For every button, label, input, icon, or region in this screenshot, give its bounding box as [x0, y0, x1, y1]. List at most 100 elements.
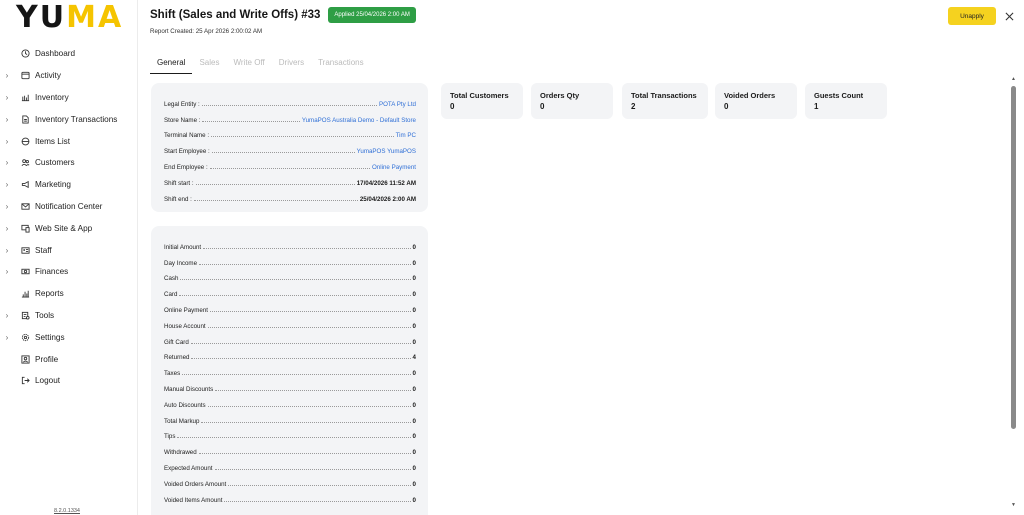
info-store-name-label: Store Name : — [164, 116, 201, 124]
sidebar-item-finances[interactable]: › Finances — [0, 261, 138, 283]
sidebar-item-label: Notification Center — [35, 201, 103, 211]
dotted-leader — [202, 120, 300, 122]
sidebar-item-web-site-app[interactable]: › Web Site & App — [0, 217, 138, 239]
dotted-leader — [215, 389, 411, 391]
amount-initial-amount-value: 0 — [412, 243, 416, 251]
info-shift-end-row: Shift end : 25/04/2026 2:00 AM — [164, 187, 416, 203]
megaphone-icon — [19, 180, 31, 190]
sidebar-item-logout[interactable]: Logout — [0, 370, 138, 392]
version-link[interactable]: 8.2.0.1334 — [54, 508, 80, 514]
stat-label: Total Transactions — [631, 91, 697, 100]
scroll-up-icon[interactable]: ▲ — [1011, 76, 1016, 82]
amount-withdrawed-row: Withdrawed 0 — [164, 440, 416, 456]
sidebar-item-staff[interactable]: › Staff — [0, 239, 138, 261]
amount-initial-amount-label: Initial Amount — [164, 243, 202, 251]
stat-total-transactions: Total Transactions 2 — [622, 83, 708, 119]
info-shift-start-value: 17/04/2026 11:52 AM — [356, 179, 416, 187]
devices-icon — [19, 223, 31, 233]
logo-text-1: YU — [16, 0, 67, 35]
amount-voided-orders-amount-label: Voided Orders Amount — [164, 480, 227, 488]
info-legal-entity-value[interactable]: POTA Pty Ltd — [379, 101, 416, 108]
sidebar-item-dashboard[interactable]: Dashboard — [0, 43, 138, 65]
chevron-right-icon: › — [5, 267, 9, 277]
amount-auto-discounts-label: Auto Discounts — [164, 401, 206, 409]
page-title: Shift (Sales and Write Offs) #33 — [150, 9, 321, 21]
amount-cash-value: 0 — [412, 275, 416, 283]
sidebar-item-label: Settings — [35, 332, 65, 342]
items-icon — [19, 136, 31, 146]
sidebar-item-profile[interactable]: Profile — [0, 348, 138, 370]
scroll-down-icon[interactable]: ▼ — [1011, 502, 1016, 508]
stat-value: 0 — [540, 102, 545, 111]
sidebar-item-label: Marketing — [35, 180, 71, 190]
tab-write-off[interactable]: Write Off — [226, 56, 271, 74]
sidebar-item-tools[interactable]: › Tools — [0, 305, 138, 327]
sidebar-item-settings[interactable]: › Settings — [0, 326, 138, 348]
tab-general[interactable]: General — [150, 56, 193, 74]
amount-house-account-label: House Account — [164, 322, 206, 330]
amount-tips-value: 0 — [412, 433, 416, 441]
sidebar-item-label: Inventory — [35, 92, 69, 102]
sidebar-item-inventory-transactions[interactable]: › Inventory Transactions — [0, 108, 138, 130]
info-terminal-name-row: Terminal Name : Tim PC — [164, 124, 416, 140]
info-end-employee-row: End Employee : Online Payment — [164, 155, 416, 171]
chevron-right-icon: › — [5, 223, 9, 233]
info-store-name-value[interactable]: YumaPOS Australia Demo - Default Store — [302, 117, 416, 124]
unapply-button[interactable]: Unapply — [948, 7, 996, 25]
sidebar-item-items-list[interactable]: › Items List — [0, 130, 138, 152]
dotted-leader — [180, 279, 411, 281]
amount-card-label: Card — [164, 291, 178, 299]
gear-icon — [19, 332, 31, 342]
sidebar-item-marketing[interactable]: › Marketing — [0, 174, 138, 196]
amount-gift-card-label: Gift Card — [164, 338, 189, 346]
report-created: Report Created: 25 Apr 2026 2:00:02 AM — [150, 28, 263, 35]
chevron-right-icon: › — [5, 201, 9, 211]
dotted-leader — [190, 342, 411, 344]
amount-online-payment-row: Online Payment 0 — [164, 298, 416, 314]
sidebar-item-label: Web Site & App — [35, 223, 93, 233]
amount-returned-row: Returned 4 — [164, 346, 416, 361]
amount-manual-discounts-row: Manual Discounts 0 — [164, 377, 416, 393]
amount-auto-discounts-value: 0 — [412, 401, 416, 409]
amount-card-row: Card 0 — [164, 282, 416, 298]
sidebar-item-reports[interactable]: Reports — [0, 283, 138, 305]
amount-taxes-value: 0 — [412, 370, 416, 378]
stat-orders-qty: Orders Qty 0 — [531, 83, 613, 119]
amount-voided-orders-amount-value: 0 — [412, 480, 416, 488]
stat-label: Total Customers — [450, 91, 509, 100]
amount-voided-orders-amount-row: Voided Orders Amount 0 — [164, 472, 416, 488]
dotted-leader — [211, 152, 355, 154]
info-start-employee-row: Start Employee : YumaPOS YumaPOS — [164, 139, 416, 155]
tab-transactions[interactable]: Transactions — [311, 56, 371, 74]
info-terminal-name-label: Terminal Name : — [164, 132, 210, 140]
tab-drivers[interactable]: Drivers — [272, 56, 311, 74]
profile-icon — [19, 354, 31, 364]
dotted-leader — [228, 484, 411, 486]
amount-total-markup-label: Total Markup — [164, 417, 200, 425]
sidebar-item-inventory[interactable]: › Inventory — [0, 87, 138, 109]
sidebar-item-activity[interactable]: › Activity — [0, 65, 138, 87]
bar-chart-icon — [19, 289, 31, 299]
info-start-employee-value[interactable]: YumaPOS YumaPOS — [357, 148, 416, 155]
sidebar-item-notification-center[interactable]: › Notification Center — [0, 196, 138, 218]
sidebar-item-customers[interactable]: › Customers — [0, 152, 138, 174]
sidebar-item-label: Staff — [35, 245, 52, 255]
amount-expected-amount-value: 0 — [412, 464, 416, 472]
dotted-leader — [179, 295, 411, 297]
logo[interactable]: YUMA — [16, 3, 123, 33]
amount-taxes-row: Taxes 0 — [164, 361, 416, 377]
amount-house-account-row: House Account 0 — [164, 314, 416, 330]
chevron-right-icon: › — [5, 71, 9, 81]
dotted-leader — [203, 247, 411, 249]
info-end-employee-value[interactable]: Online Payment — [372, 164, 416, 171]
info-terminal-name-value[interactable]: Tim PC — [396, 132, 416, 139]
sidebar-item-label: Items List — [35, 136, 71, 146]
info-legal-entity-label: Legal Entity : — [164, 100, 200, 108]
close-icon[interactable] — [1002, 9, 1016, 23]
tools-icon — [19, 310, 31, 320]
receipt-icon — [19, 71, 31, 81]
stat-label: Guests Count — [814, 91, 864, 100]
dotted-leader — [177, 437, 411, 439]
scrollbar-thumb[interactable] — [1011, 86, 1016, 429]
tab-sales[interactable]: Sales — [192, 56, 226, 74]
